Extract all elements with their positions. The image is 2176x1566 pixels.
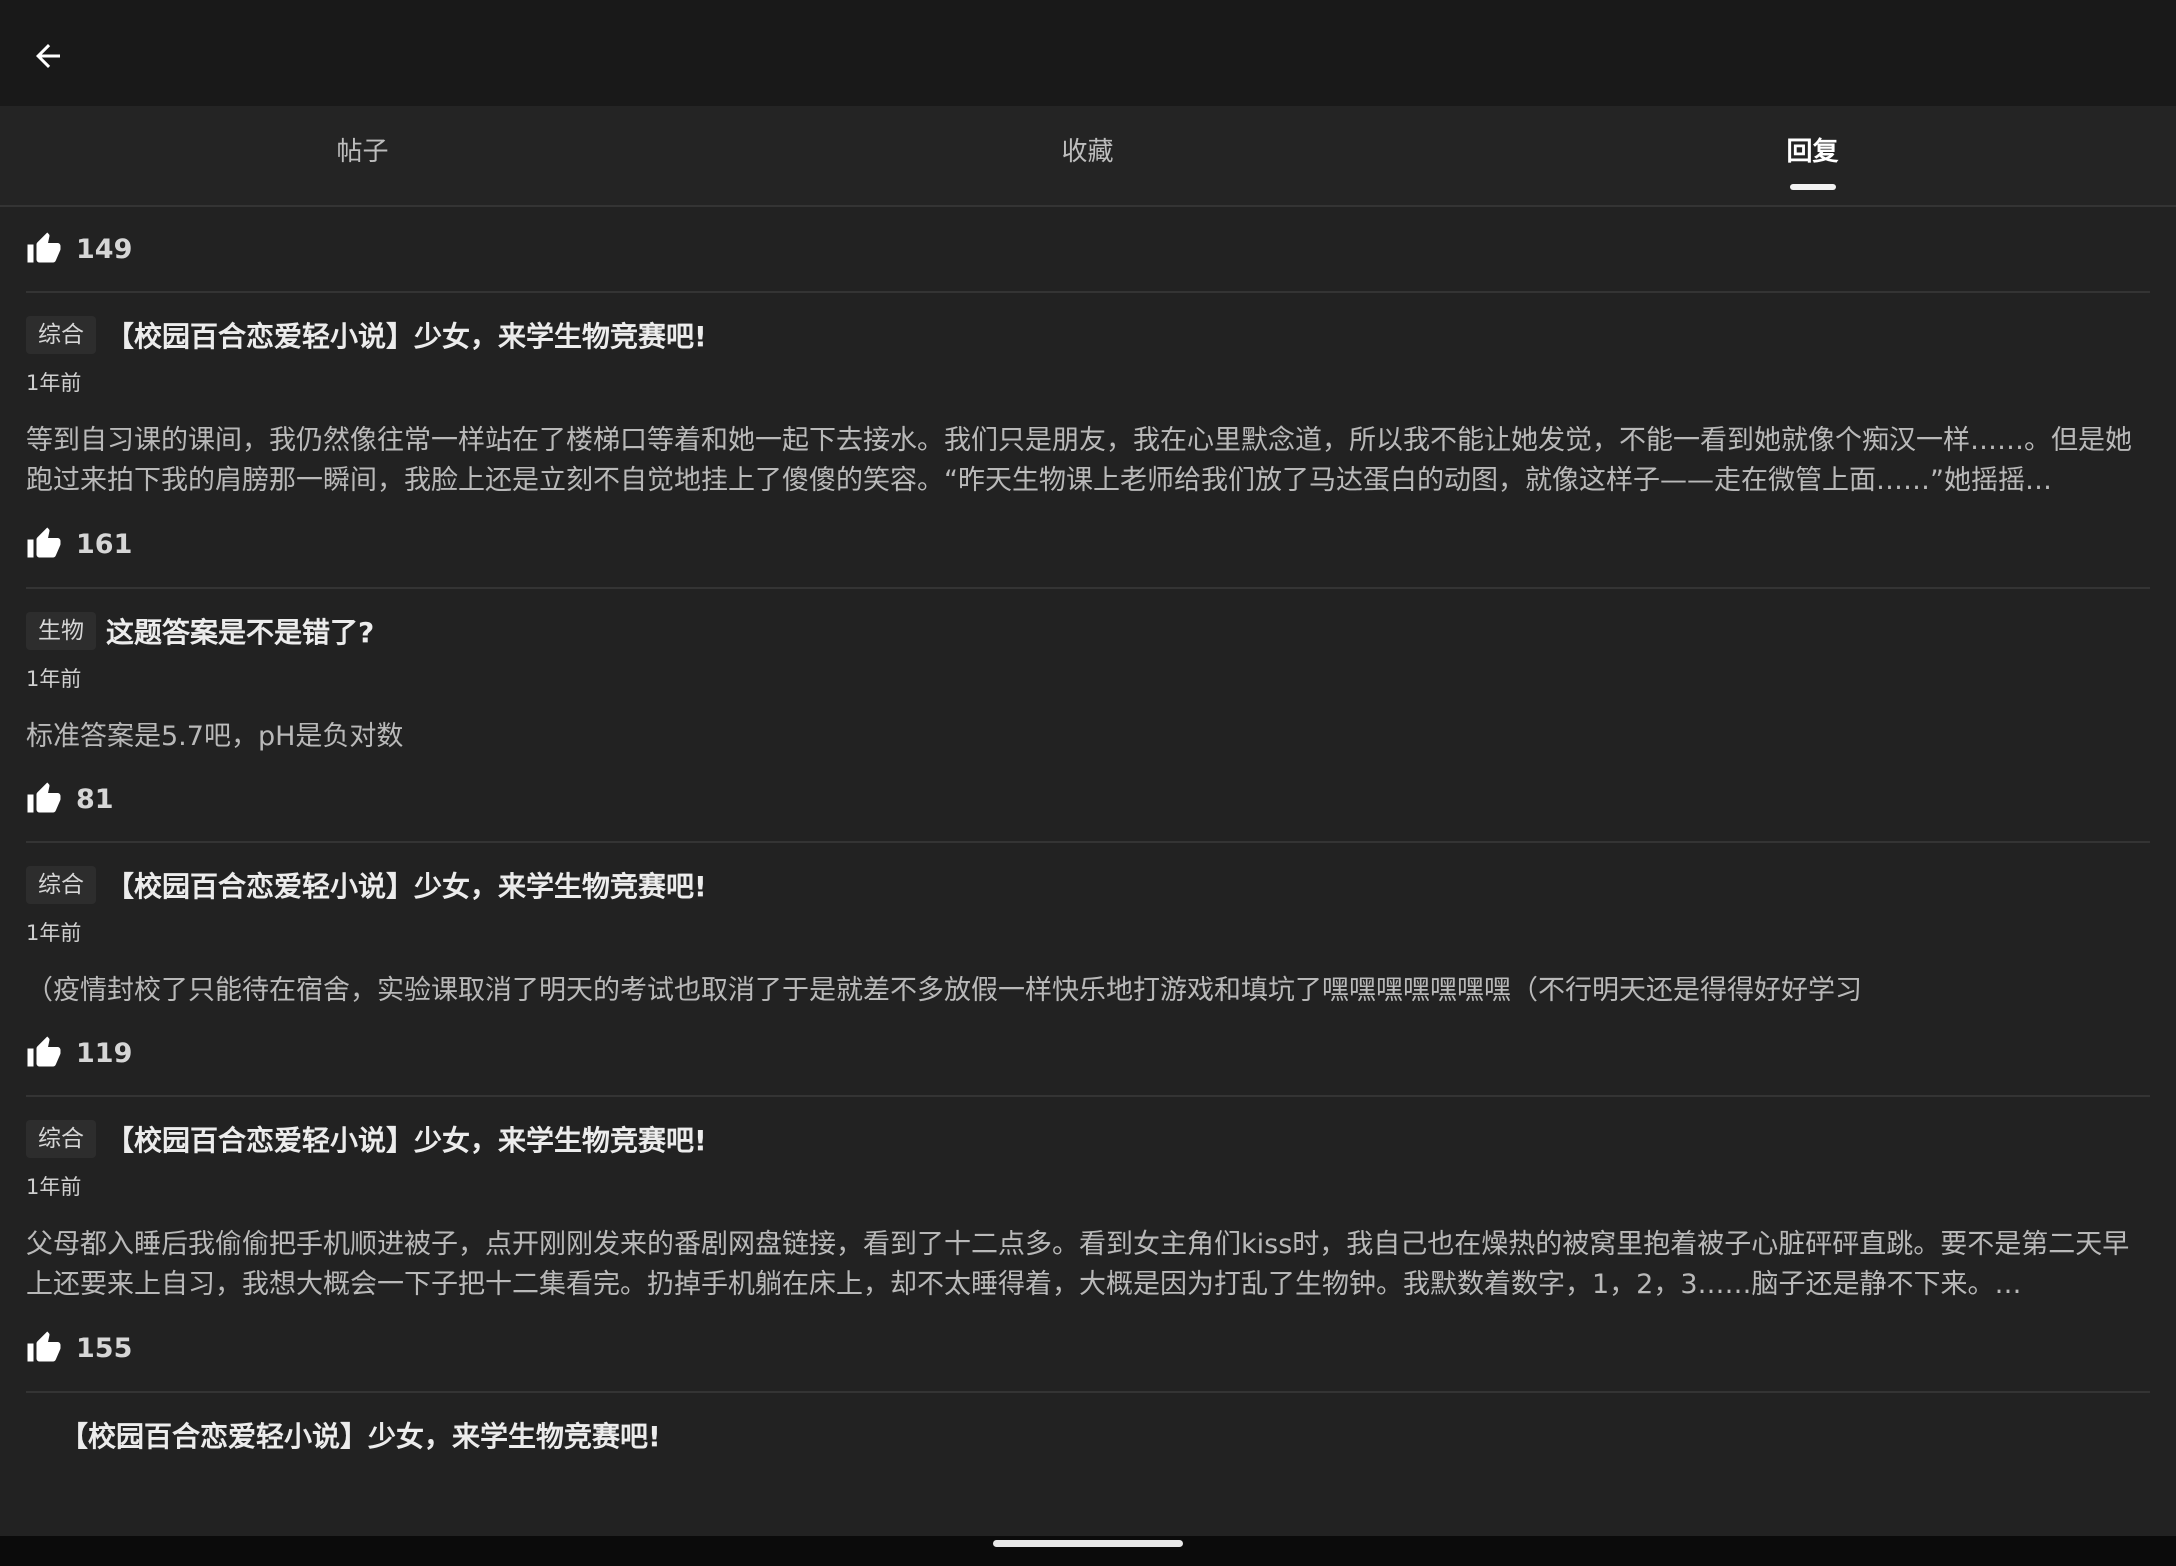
like-button[interactable] <box>26 1330 62 1366</box>
category-tag: 生物 <box>26 612 96 650</box>
post-time: 1年前 <box>26 1175 82 1199</box>
like-button[interactable] <box>26 1035 62 1071</box>
list-item[interactable]: 综合 【校园百合恋爱轻小说】少女，来学生物竞赛吧! 1年前 等到自习课的课间，我… <box>26 293 2150 589</box>
thumbs-up-icon <box>27 1036 61 1067</box>
tab-favorites[interactable]: 收藏 <box>725 106 1450 205</box>
list-item[interactable]: 生物 这题答案是不是错了? 1年前 标准答案是5.7吧，pH是负对数 81 <box>26 589 2150 843</box>
like-count: 155 <box>76 1332 133 1364</box>
thumbs-up-icon <box>27 782 61 813</box>
post-title-row: 综合 【校园百合恋爱轻小说】少女，来学生物竞赛吧! <box>26 309 2150 361</box>
app-screen: 帖子 收藏 回复 149 综合 【校园百合恋爱轻小说】少女，来学生物竞赛吧! 1… <box>0 0 2176 1566</box>
tab-replies-label: 回复 <box>1786 137 1839 167</box>
tab-favorites-label: 收藏 <box>1061 137 1114 167</box>
list-item[interactable]: 综合 【校园百合恋爱轻小说】少女，来学生物竞赛吧! 1年前 父母都入睡后我偷偷把… <box>26 1097 2150 1393</box>
category-tag: 综合 <box>26 316 96 354</box>
post-title-row: 【校园百合恋爱轻小说】少女，来学生物竞赛吧! <box>26 1409 2150 1461</box>
list-item[interactable]: 综合 【校园百合恋爱轻小说】少女，来学生物竞赛吧! 1年前 （疫情封校了只能待在… <box>26 843 2150 1097</box>
like-count: 119 <box>76 1037 133 1069</box>
post-time: 1年前 <box>26 667 82 691</box>
post-title-row: 综合 【校园百合恋爱轻小说】少女，来学生物竞赛吧! <box>26 1113 2150 1165</box>
category-tag: 综合 <box>26 866 96 904</box>
top-app-bar <box>0 0 2176 106</box>
thumbs-up-icon <box>27 527 61 558</box>
post-time: 1年前 <box>26 921 82 945</box>
tab-replies[interactable]: 回复 <box>1450 106 2175 205</box>
post-title[interactable]: 这题答案是不是错了? <box>106 611 374 651</box>
post-title[interactable]: 【校园百合恋爱轻小说】少女，来学生物竞赛吧! <box>106 865 707 905</box>
tab-posts-label: 帖子 <box>336 137 389 167</box>
post-time: 1年前 <box>26 371 82 395</box>
thumbs-up-icon <box>27 232 61 263</box>
list-item[interactable]: 【校园百合恋爱轻小说】少女，来学生物竞赛吧! <box>26 1393 2150 1461</box>
like-row: 155 <box>26 1305 2150 1393</box>
like-button[interactable] <box>26 781 62 817</box>
like-row: 161 <box>26 501 2150 589</box>
post-title[interactable]: 【校园百合恋爱轻小说】少女，来学生物竞赛吧! <box>106 315 707 355</box>
thumbs-up-icon <box>27 1331 61 1362</box>
like-count: 81 <box>76 783 114 815</box>
reply-content[interactable]: 等到自习课的课间，我仍然像往常一样站在了楼梯口等着和她一起下去接水。我们只是朋友… <box>26 421 2150 501</box>
post-title-row: 综合 【校园百合恋爱轻小说】少女，来学生物竞赛吧! <box>26 859 2150 911</box>
category-tag: 综合 <box>26 1120 96 1158</box>
like-row: 149 <box>26 207 2150 293</box>
reply-list: 149 综合 【校园百合恋爱轻小说】少女，来学生物竞赛吧! 1年前 等到自习课的… <box>26 207 2150 1461</box>
reply-content[interactable]: 标准答案是5.7吧，pH是负对数 <box>26 717 2150 757</box>
reply-content[interactable]: （疫情封校了只能待在宿舍，实验课取消了明天的考试也取消了于是就差不多放假一样快乐… <box>26 971 2150 1011</box>
tab-posts[interactable]: 帖子 <box>0 106 725 205</box>
like-count: 161 <box>76 528 133 560</box>
home-indicator[interactable] <box>993 1540 1183 1547</box>
reply-content[interactable]: 父母都入睡后我偷偷把手机顺进被子，点开刚刚发来的番剧网盘链接，看到了十二点多。看… <box>26 1225 2150 1305</box>
post-title[interactable]: 【校园百合恋爱轻小说】少女，来学生物竞赛吧! <box>106 1119 707 1159</box>
like-button[interactable] <box>26 231 62 267</box>
back-button[interactable] <box>22 30 74 82</box>
like-button[interactable] <box>26 526 62 562</box>
active-tab-indicator <box>1789 184 1836 190</box>
like-count: 149 <box>76 233 133 265</box>
like-row: 119 <box>26 1011 2150 1097</box>
post-title[interactable]: 【校园百合恋爱轻小说】少女，来学生物竞赛吧! <box>60 1415 661 1455</box>
like-row: 81 <box>26 757 2150 843</box>
back-arrow-icon <box>36 44 60 68</box>
post-title-row: 生物 这题答案是不是错了? <box>26 605 2150 657</box>
tab-bar: 帖子 收藏 回复 <box>0 106 2176 207</box>
